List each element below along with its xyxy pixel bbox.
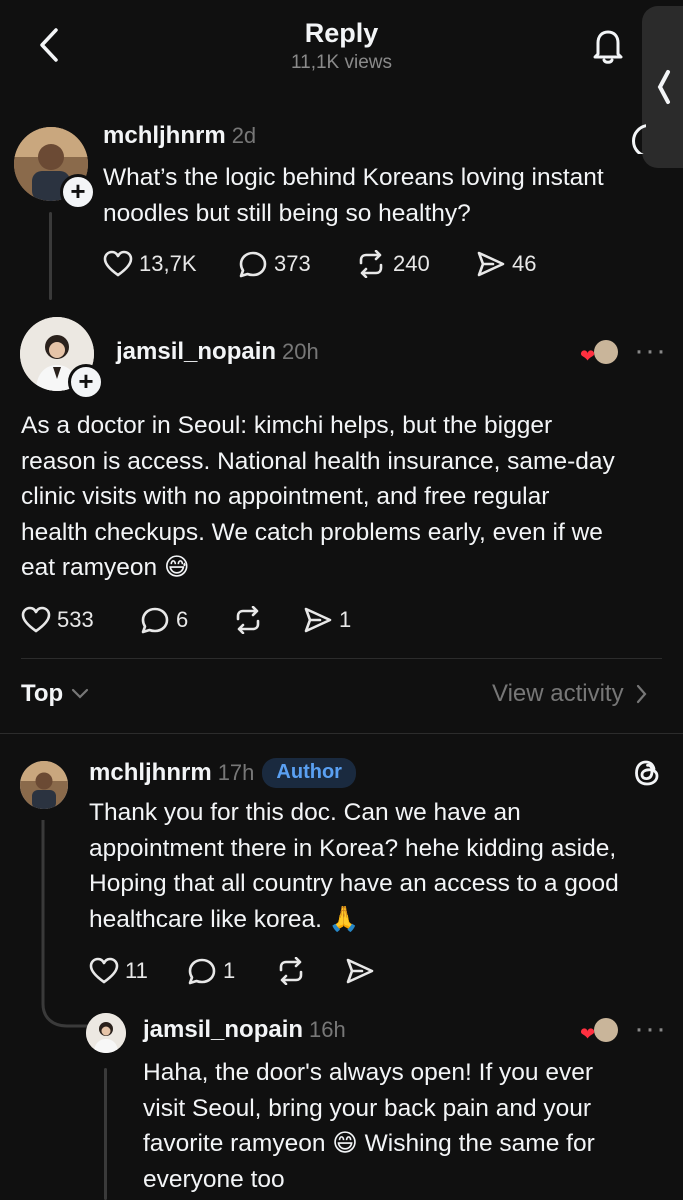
timestamp: 20h <box>282 339 319 364</box>
comment-icon <box>239 251 267 278</box>
comment-icon <box>188 958 216 985</box>
username[interactable]: jamsil_nopain <box>143 1016 303 1044</box>
like-button[interactable]: 533 <box>21 606 94 634</box>
side-panel-handle[interactable] <box>642 6 683 168</box>
timestamp: 2d <box>231 123 257 148</box>
like-count: 11 <box>125 958 148 983</box>
follow-plus-button[interactable]: + <box>60 174 96 210</box>
send-icon <box>346 958 374 984</box>
comment-text: Thank you for this doc. Can we have an a… <box>89 799 619 933</box>
divider <box>21 658 662 659</box>
liked-by-author-indicator: ❤ <box>580 340 620 368</box>
repost-count: 240 <box>393 251 430 276</box>
thread-connector <box>49 212 52 300</box>
sort-dropdown[interactable]: Top <box>21 680 89 708</box>
heart-filled-icon: ❤ <box>580 1024 596 1044</box>
author-badge: Author <box>262 758 356 788</box>
comment-header: jamsil_nopain 16h <box>143 1016 346 1044</box>
author-mini-avatar <box>594 1018 618 1042</box>
username[interactable]: jamsil_nopain <box>116 338 276 366</box>
thread-connector <box>104 1068 107 1200</box>
share-count: 1 <box>339 607 352 632</box>
comment-header: mchljhnrm 17h Author <box>89 758 356 788</box>
notification-bell-button[interactable] <box>588 24 628 66</box>
post-header: mchljhnrm 2d <box>103 122 256 150</box>
username[interactable]: mchljhnrm <box>89 759 212 787</box>
share-count: 46 <box>512 251 537 276</box>
liked-by-author-indicator: ❤ <box>580 1018 620 1046</box>
like-count: 533 <box>57 607 94 632</box>
heart-icon <box>21 606 51 633</box>
heart-filled-icon: ❤ <box>580 346 596 366</box>
send-icon <box>304 607 332 633</box>
chevron-right-icon <box>636 684 647 704</box>
author-mini-avatar <box>594 340 618 364</box>
username[interactable]: mchljhnrm <box>103 122 226 150</box>
chevron-down-icon <box>72 688 89 699</box>
avatar-image <box>20 761 68 809</box>
more-icon-partial[interactable] <box>632 124 646 154</box>
avatar[interactable] <box>20 761 68 809</box>
comment-text: Haha, the door's always open! If you eve… <box>143 1059 595 1193</box>
comment-count: 6 <box>176 607 189 632</box>
share-button[interactable]: 46 <box>476 250 536 278</box>
reply-text: As a doctor in Seoul: kimchi helps, but … <box>21 412 615 581</box>
like-button[interactable]: 13,7K <box>103 250 197 278</box>
like-count: 13,7K <box>139 251 197 276</box>
page-title: Reply <box>304 18 379 48</box>
more-options-button[interactable]: ··· <box>634 1012 667 1046</box>
avatar-image <box>86 1013 126 1053</box>
view-count: 11,1K views <box>290 52 393 73</box>
sort-label: Top <box>21 680 64 707</box>
more-options-button[interactable]: ··· <box>634 334 667 368</box>
share-button[interactable] <box>345 957 375 985</box>
comment-button[interactable]: 6 <box>140 606 188 634</box>
view-activity-link[interactable]: View activity <box>492 680 648 708</box>
reply-header: jamsil_nopain 20h <box>116 338 319 366</box>
threads-logo-icon[interactable] <box>632 757 662 794</box>
chevron-left-icon <box>657 70 670 104</box>
repost-button[interactable] <box>275 957 307 985</box>
comment-button[interactable]: 1 <box>187 957 235 985</box>
timestamp: 16h <box>309 1017 346 1042</box>
send-icon <box>477 251 505 277</box>
repost-button[interactable] <box>232 606 264 634</box>
comment-icon <box>141 607 169 634</box>
bell-icon <box>593 30 623 64</box>
comment-count: 1 <box>223 958 236 983</box>
heart-icon <box>89 957 119 984</box>
timestamp: 17h <box>217 760 255 785</box>
like-button[interactable]: 11 <box>89 957 148 985</box>
follow-plus-button[interactable]: + <box>68 364 104 400</box>
repost-icon <box>359 250 383 278</box>
repost-button[interactable]: 240 <box>355 250 430 278</box>
comment-button[interactable]: 373 <box>238 250 311 278</box>
post-text: What’s the logic behind Koreans loving i… <box>103 164 604 227</box>
comment-count: 373 <box>274 251 311 276</box>
avatar[interactable] <box>86 1013 126 1053</box>
heart-icon <box>103 250 133 277</box>
divider <box>0 733 683 734</box>
repost-icon <box>236 606 260 634</box>
view-activity-label: View activity <box>492 680 624 707</box>
repost-icon <box>279 957 303 985</box>
share-button[interactable]: 1 <box>303 606 351 634</box>
